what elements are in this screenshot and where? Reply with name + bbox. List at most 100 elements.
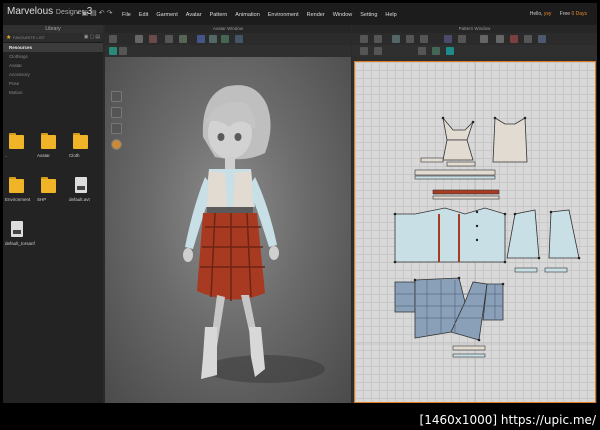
library-item-label: default.avt: [69, 197, 90, 202]
select-tool-icon[interactable]: [109, 35, 117, 43]
fitting-icon[interactable]: [209, 35, 217, 43]
dart-icon[interactable]: [496, 35, 504, 43]
avatar-window: Avatar Window: [105, 25, 351, 403]
library-item-label: SHP: [37, 197, 47, 202]
library-panel: Library ★ FAVOURITE LIST ▣▢▤ Resources C…: [3, 25, 103, 403]
brand-name: Marvelous: [7, 6, 54, 17]
segment-sewing-icon[interactable]: [444, 35, 452, 43]
library-nav-avatar[interactable]: Avatar: [3, 61, 103, 70]
avatar-figure: [183, 85, 325, 383]
trial-days: 0 Days: [571, 11, 587, 17]
avatar-toolbar: [105, 33, 351, 45]
tuck-icon[interactable]: [524, 35, 532, 43]
pattern-toolbar-secondary: [352, 45, 597, 57]
folder-icon: [9, 177, 24, 193]
record-icon[interactable]: [109, 47, 117, 55]
pattern-window-title: Pattern Window: [352, 25, 597, 33]
avatar-toolbar-secondary: [105, 45, 351, 57]
menu-animation[interactable]: Animation: [231, 12, 263, 18]
library-item-default-torsanf[interactable]: default_torsanf: [5, 215, 35, 255]
file-icon: [11, 221, 23, 237]
edit-pattern-icon[interactable]: [374, 35, 382, 43]
select-mesh-icon[interactable]: [135, 35, 143, 43]
library-tool-icons[interactable]: ▣▢▤: [84, 34, 101, 40]
user-info: Hello, ysy Free 0 Days: [530, 11, 587, 17]
menu-window[interactable]: Window: [329, 12, 357, 18]
folder-icon: [41, 133, 56, 149]
collapse-icon[interactable]: ▤: [95, 34, 101, 40]
rectangle-icon[interactable]: [406, 35, 414, 43]
menu-render[interactable]: Render: [303, 12, 329, 18]
library-item-avatar[interactable]: Avatar: [37, 127, 67, 167]
measure-icon[interactable]: [235, 35, 243, 43]
library-item-parent[interactable]: ..: [5, 127, 35, 167]
library-item-default-avt[interactable]: default.avt: [69, 171, 99, 211]
library-nav-accessory[interactable]: Accessory: [3, 70, 103, 79]
pattern-toolbar: [352, 33, 597, 45]
arrange-icon[interactable]: [374, 47, 382, 55]
redo-icon[interactable]: ↷: [107, 10, 115, 17]
transform-pattern-icon[interactable]: [360, 35, 368, 43]
menu-setting[interactable]: Setting: [356, 12, 381, 18]
grading-icon[interactable]: [446, 47, 454, 55]
avatar-3d-viewport[interactable]: [105, 57, 351, 403]
internal-line-icon[interactable]: [480, 35, 488, 43]
polygon-icon[interactable]: [392, 35, 400, 43]
menu-help[interactable]: Help: [381, 12, 400, 18]
fold-arrange-icon[interactable]: [510, 35, 518, 43]
favourite-list-label: FAVOURITE LIST: [13, 35, 45, 40]
simulate-icon[interactable]: [197, 35, 205, 43]
app-window: Marvelous Designer 3 ▪▣▤↶↷ File Edit Gar…: [3, 3, 597, 403]
plan-label: Free: [559, 11, 571, 17]
library-item-label: Environment: [5, 197, 31, 202]
topstitch-icon[interactable]: [538, 35, 546, 43]
library-item-label: default_torsanf: [5, 241, 35, 246]
curve-point-icon[interactable]: [432, 47, 440, 55]
library-item-label: Avatar: [37, 153, 50, 158]
library-nav-resources[interactable]: Resources: [3, 43, 103, 52]
tack-icon[interactable]: [221, 35, 229, 43]
library-nav-motion[interactable]: Motion: [3, 88, 103, 97]
menu-edit[interactable]: Edit: [135, 12, 152, 18]
circle-icon[interactable]: [420, 35, 428, 43]
pattern-pieces: [355, 62, 595, 402]
transform-icon[interactable]: [165, 35, 173, 43]
library-item-shp[interactable]: SHP: [37, 171, 67, 211]
library-nav-clothings[interactable]: Clothings: [3, 52, 103, 61]
folder-icon: [9, 133, 24, 149]
menu-pattern[interactable]: Pattern: [206, 12, 232, 18]
watermark-text: [1460x1000] https://upic.me/: [419, 413, 596, 427]
quick-access-icons[interactable]: ▪▣▤↶↷: [77, 9, 114, 17]
library-title: Library: [3, 25, 103, 33]
folder-icon: [73, 133, 88, 149]
library-item-cloth[interactable]: Cloth: [69, 127, 99, 167]
fold-icon[interactable]: [179, 35, 187, 43]
menu-garment[interactable]: Garment: [152, 12, 181, 18]
edit-texture-icon[interactable]: [360, 47, 368, 55]
menu-file[interactable]: File: [118, 12, 135, 18]
playback-icon[interactable]: [119, 47, 127, 55]
select-segment-icon[interactable]: [418, 47, 426, 55]
file-icon: [75, 177, 87, 193]
main-menu: File Edit Garment Avatar Pattern Animati…: [118, 12, 401, 18]
free-sewing-icon[interactable]: [458, 35, 466, 43]
greeting: Hello,: [529, 11, 543, 17]
save-icon[interactable]: ▤: [90, 10, 99, 17]
favourite-bar: ★ FAVOURITE LIST ▣▢▤: [3, 33, 103, 43]
menu-environment[interactable]: Environment: [264, 12, 303, 18]
library-nav: Resources Clothings Avatar Accessory Pos…: [3, 43, 103, 97]
undo-icon[interactable]: ↶: [99, 10, 107, 17]
open-icon[interactable]: ▣: [81, 10, 90, 17]
pattern-window: Pattern Window: [352, 25, 597, 403]
user-name[interactable]: ysy: [544, 11, 552, 17]
library-item-label: ..: [5, 153, 8, 158]
avatar-window-title: Avatar Window: [105, 25, 351, 33]
pattern-2d-canvas[interactable]: [354, 61, 596, 403]
folder-icon: [41, 177, 56, 193]
library-nav-pose[interactable]: Pose: [3, 79, 103, 88]
menu-bar: Marvelous Designer 3 ▪▣▤↶↷ File Edit Gar…: [3, 3, 597, 25]
pin-icon[interactable]: [149, 35, 157, 43]
star-icon[interactable]: ★: [6, 34, 11, 41]
library-item-environment[interactable]: Environment: [5, 171, 35, 211]
menu-avatar[interactable]: Avatar: [182, 12, 206, 18]
